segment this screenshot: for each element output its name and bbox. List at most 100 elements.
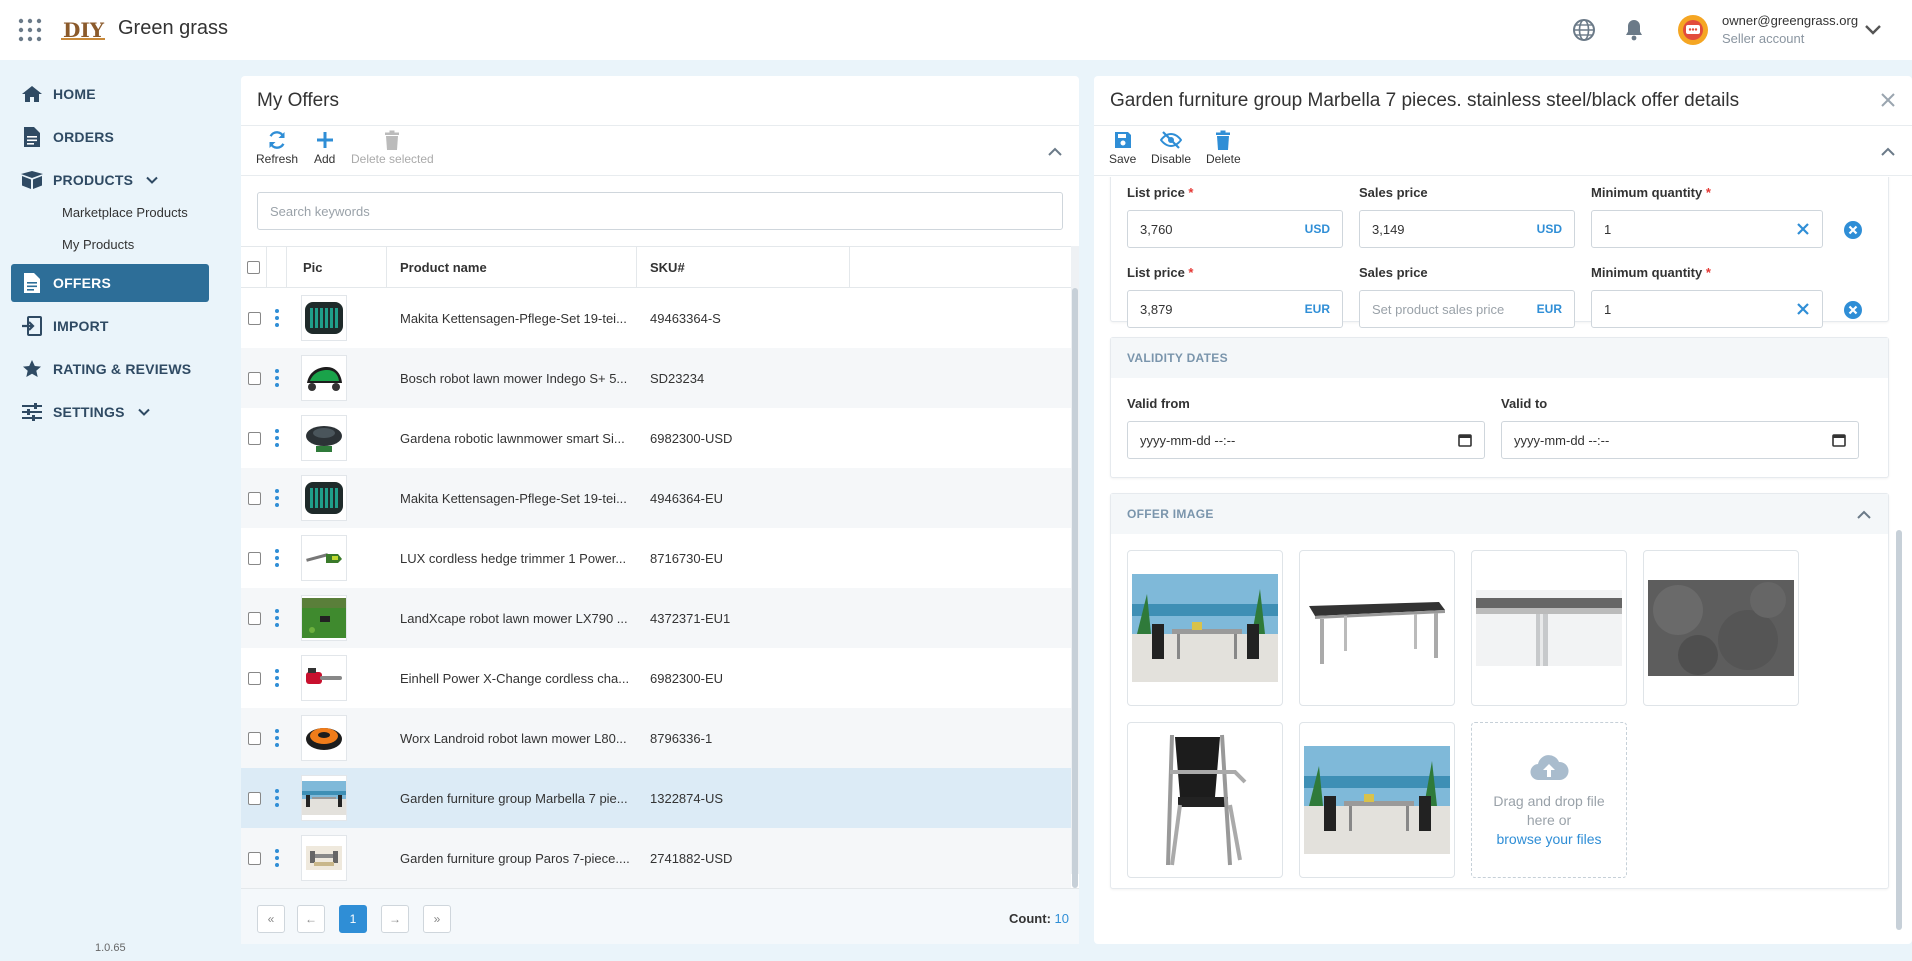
- table-row[interactable]: Garden furniture group Marbella 7 pie...…: [241, 768, 1071, 828]
- row-checkbox[interactable]: [247, 791, 261, 805]
- file-drop-zone[interactable]: Drag and drop file here or browse your f…: [1471, 722, 1627, 878]
- row-checkbox[interactable]: [247, 851, 261, 865]
- chevron-up-icon[interactable]: [1856, 507, 1872, 523]
- list-price-eur-field[interactable]: 3,879 EUR: [1127, 290, 1343, 328]
- table-row[interactable]: Makita Kettensagen-Pflege-Set 19-tei... 4…: [241, 288, 1071, 348]
- last-page-button[interactable]: »: [423, 905, 451, 933]
- table-row[interactable]: LandXcape robot lawn mower LX790 ... 4372…: [241, 588, 1071, 648]
- offer-image-stone-texture[interactable]: [1643, 550, 1799, 706]
- refresh-button[interactable]: Refresh: [256, 130, 298, 166]
- sidebar-item-home[interactable]: HOME: [11, 75, 209, 113]
- column-header-pic[interactable]: Pic: [287, 247, 387, 288]
- valid-from-field[interactable]: yyyy-mm-dd --:--: [1127, 421, 1485, 459]
- minimum-quantity-eur-field[interactable]: 1: [1591, 290, 1823, 328]
- table-scrollbar[interactable]: [1072, 288, 1078, 888]
- row-menu-button[interactable]: [267, 429, 287, 447]
- remove-price-icon[interactable]: [1843, 300, 1863, 320]
- row-checkbox[interactable]: [247, 731, 261, 745]
- bell-icon[interactable]: [1622, 18, 1646, 42]
- table-row[interactable]: Worx Landroid robot lawn mower L80... 879…: [241, 708, 1071, 768]
- offer-image-heading: OFFER IMAGE: [1111, 494, 1888, 534]
- offer-image-table[interactable]: [1299, 550, 1455, 706]
- delete-button[interactable]: Delete: [1206, 130, 1241, 166]
- save-icon: [1113, 130, 1133, 152]
- first-page-button[interactable]: «: [257, 905, 285, 933]
- column-header-product-name[interactable]: Product name: [387, 247, 637, 288]
- sales-price-eur-field[interactable]: Set product sales price EUR: [1359, 290, 1575, 328]
- avatar[interactable]: [1675, 12, 1711, 48]
- row-menu-button[interactable]: [267, 369, 287, 387]
- row-menu-button[interactable]: [267, 789, 287, 807]
- table-row[interactable]: Makita Kettensagen-Pflege-Set 19-tei... 4…: [241, 468, 1071, 528]
- sidebar-subitem-marketplace-products[interactable]: Marketplace Products: [62, 205, 188, 220]
- offer-details-panel: Garden furniture group Marbella 7 pieces…: [1094, 76, 1912, 944]
- offer-image-chair[interactable]: [1127, 722, 1283, 878]
- sales-price-label: Sales price: [1359, 185, 1428, 200]
- table-row[interactable]: Garden furniture group Paros 7-piece....…: [241, 828, 1071, 888]
- browse-files-link[interactable]: browse your files: [1496, 830, 1601, 849]
- sales-price-label: Sales price: [1359, 265, 1428, 280]
- row-menu-button[interactable]: [267, 549, 287, 567]
- row-menu-button[interactable]: [267, 669, 287, 687]
- calendar-icon[interactable]: [1832, 433, 1846, 447]
- row-menu-button[interactable]: [267, 849, 287, 867]
- row-checkbox[interactable]: [247, 491, 261, 505]
- chevron-down-icon[interactable]: [1863, 20, 1883, 40]
- row-checkbox[interactable]: [247, 611, 261, 625]
- row-menu-button[interactable]: [267, 729, 287, 747]
- globe-icon[interactable]: [1572, 18, 1596, 42]
- row-select-cell: [241, 491, 267, 505]
- valid-to-field[interactable]: yyyy-mm-dd --:--: [1501, 421, 1859, 459]
- offer-image-patio-2[interactable]: [1299, 722, 1455, 878]
- table-row[interactable]: Einhell Power X-Change cordless cha... 69…: [241, 648, 1071, 708]
- calendar-icon[interactable]: [1458, 433, 1472, 447]
- row-menu-button[interactable]: [267, 309, 287, 327]
- table-row[interactable]: Bosch robot lawn mower Indego S+ 5... SD2…: [241, 348, 1071, 408]
- row-checkbox[interactable]: [247, 431, 261, 445]
- chevron-up-icon[interactable]: [1047, 144, 1063, 160]
- offer-image-table-detail[interactable]: [1471, 550, 1627, 706]
- clear-icon[interactable]: [1796, 222, 1810, 236]
- offer-image-patio-1[interactable]: [1127, 550, 1283, 706]
- save-button[interactable]: Save: [1109, 130, 1136, 166]
- list-price-usd-field[interactable]: 3,760 USD: [1127, 210, 1343, 248]
- sidebar-item-label: SETTINGS: [53, 404, 125, 420]
- chevron-up-icon[interactable]: [1880, 144, 1896, 160]
- sidebar-item-offers[interactable]: OFFERS: [11, 264, 209, 302]
- sidebar-item-settings[interactable]: SETTINGS: [11, 393, 209, 431]
- sidebar-item-import[interactable]: IMPORT: [11, 307, 209, 345]
- add-button[interactable]: Add: [314, 130, 335, 166]
- search-input[interactable]: [257, 192, 1063, 230]
- clear-icon[interactable]: [1796, 302, 1810, 316]
- row-checkbox[interactable]: [247, 671, 261, 685]
- prev-page-button[interactable]: ←: [297, 905, 325, 933]
- minimum-quantity-usd-field[interactable]: 1: [1591, 210, 1823, 248]
- row-menu-button[interactable]: [267, 609, 287, 627]
- delete-selected-button[interactable]: Delete selected: [351, 130, 434, 166]
- row-checkbox[interactable]: [247, 371, 261, 385]
- sales-price-usd-field[interactable]: 3,149 USD: [1359, 210, 1575, 248]
- column-header-sku[interactable]: SKU#: [637, 247, 850, 288]
- close-icon[interactable]: [1880, 92, 1896, 108]
- table-row[interactable]: Gardena robotic lawnmower smart Si... 698…: [241, 408, 1071, 468]
- sidebar-subitem-my-products[interactable]: My Products: [62, 237, 134, 252]
- remove-price-icon[interactable]: [1843, 220, 1863, 240]
- table-row[interactable]: LUX cordless hedge trimmer 1 Power... 871…: [241, 528, 1071, 588]
- select-all-checkbox[interactable]: [247, 261, 260, 274]
- account-email[interactable]: owner@greengrass.org: [1722, 13, 1858, 28]
- account-role: Seller account: [1722, 31, 1805, 46]
- details-scrollbar[interactable]: [1896, 530, 1902, 930]
- count-label: Count:: [1009, 911, 1051, 926]
- disable-button[interactable]: Disable: [1151, 130, 1191, 166]
- page-1-button[interactable]: 1: [339, 905, 367, 933]
- row-checkbox[interactable]: [247, 551, 261, 565]
- apps-grid-icon[interactable]: [18, 18, 42, 42]
- import-icon: [21, 315, 43, 337]
- row-menu-button[interactable]: [267, 489, 287, 507]
- sidebar-item-orders[interactable]: ORDERS: [11, 118, 209, 156]
- row-checkbox[interactable]: [247, 311, 261, 325]
- sidebar-item-rating-reviews[interactable]: RATING & REVIEWS: [11, 350, 209, 388]
- sidebar-item-products[interactable]: PRODUCTS: [11, 161, 209, 199]
- next-page-button[interactable]: →: [381, 905, 409, 933]
- row-count: Count: 10: [1009, 911, 1069, 926]
